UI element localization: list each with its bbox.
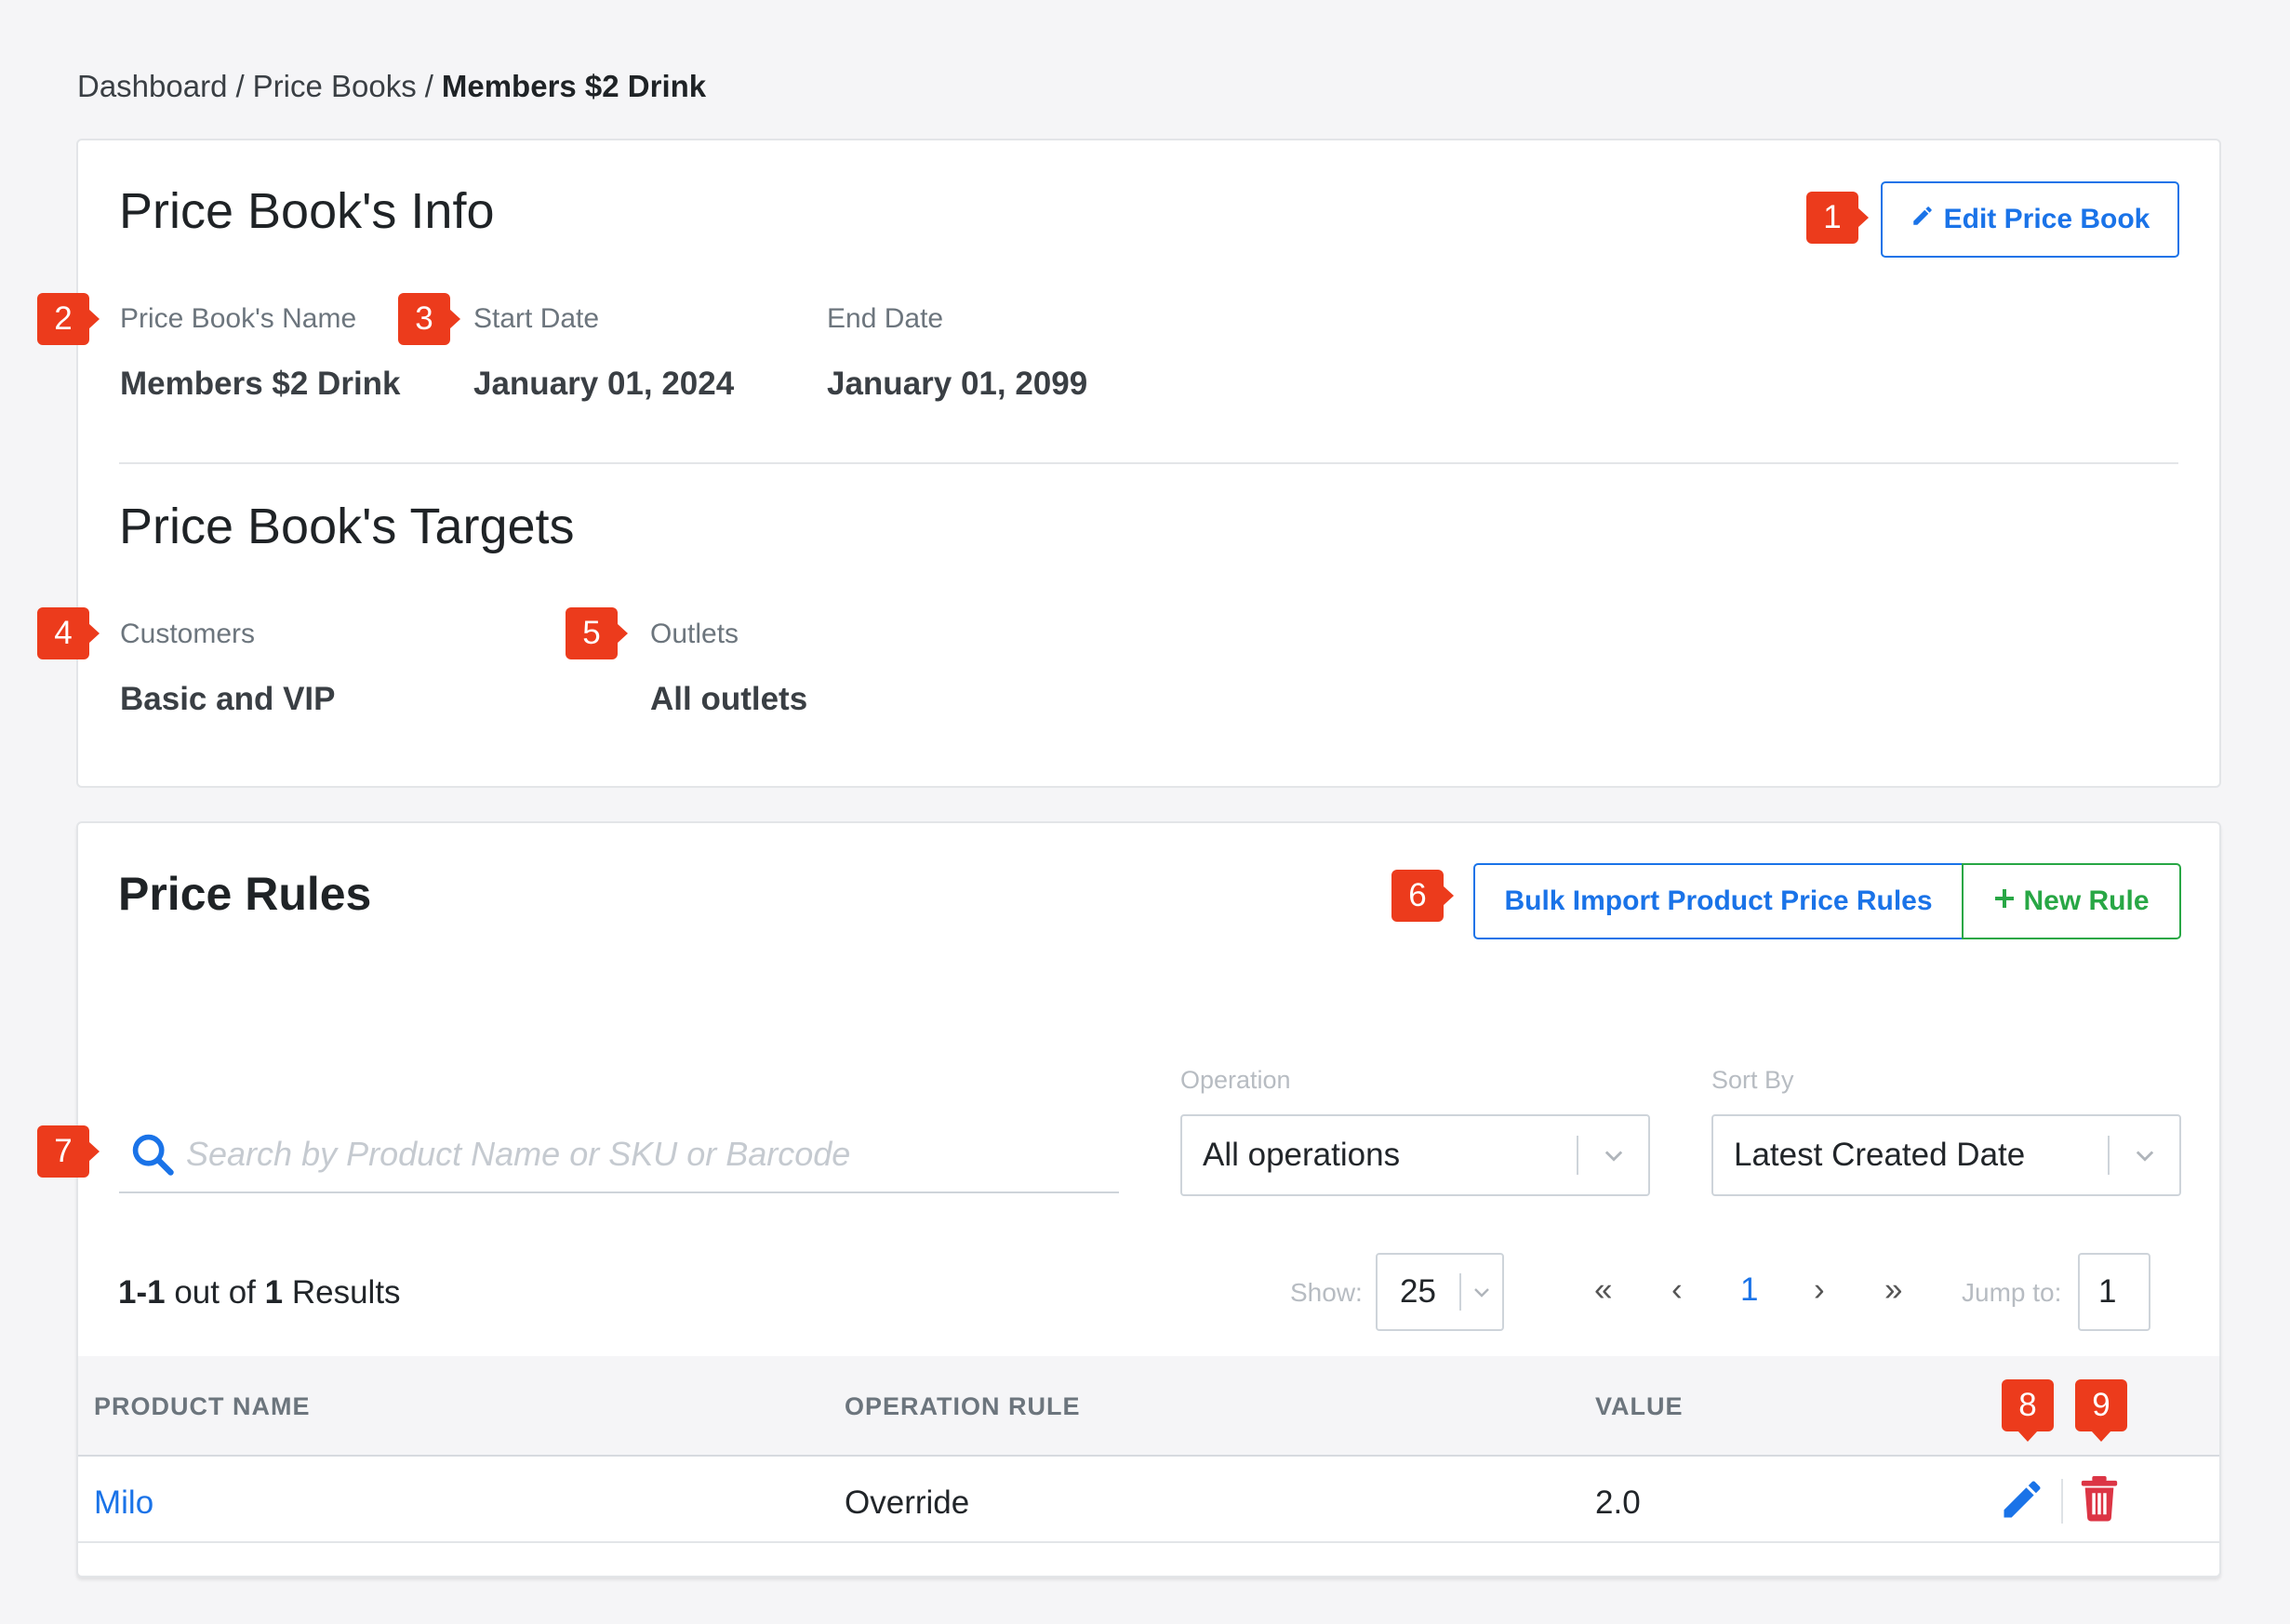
annotation-badge: 8 [2002, 1379, 2054, 1442]
jump-to-label: Jump to: [1962, 1278, 2062, 1307]
edit-price-book-label: Edit Price Book [1943, 204, 2150, 234]
pencil-icon [1998, 1481, 2046, 1527]
section-divider [119, 462, 2178, 464]
operation-select-value: All operations [1203, 1137, 1401, 1173]
sortby-label: Sort By [1711, 1066, 1794, 1094]
start-date-value: January 01, 2024 [473, 366, 735, 402]
search-input[interactable] [186, 1126, 1107, 1182]
page-size-select[interactable]: 25 [1376, 1253, 1504, 1331]
new-rule-label: New Rule [2023, 885, 2150, 916]
outlets-value: All outlets [650, 681, 808, 717]
results-out-of: out of [174, 1274, 256, 1311]
annotation-badge: 6 [1391, 870, 1454, 922]
chevron-down-icon [1578, 1142, 1648, 1168]
breadcrumb: Dashboard / Price Books / Members $2 Drink [77, 69, 706, 104]
prev-page-button[interactable]: ‹ [1671, 1271, 1683, 1309]
show-label: Show: [1290, 1278, 1363, 1307]
breadcrumb-dashboard[interactable]: Dashboard [77, 69, 227, 103]
action-separator [2061, 1479, 2063, 1524]
edit-rule-button[interactable] [1998, 1475, 2050, 1527]
breadcrumb-price-books[interactable]: Price Books [253, 69, 417, 103]
column-operation-rule: OPERATION RULE [845, 1392, 1081, 1420]
annotation-badge: 9 [2075, 1379, 2127, 1442]
results-summary: 1-1 out of 1 Results [118, 1274, 401, 1311]
page-size-value: 25 [1400, 1273, 1436, 1310]
annotation-badge: 7 [37, 1125, 100, 1178]
annotation-badge: 3 [398, 293, 460, 345]
breadcrumb-separator: / [424, 69, 433, 103]
breadcrumb-separator: / [235, 69, 245, 103]
current-page-button[interactable]: 1 [1740, 1271, 1758, 1309]
price-rules-title: Price Rules [118, 868, 372, 920]
search-icon [128, 1130, 177, 1183]
end-date-label: End Date [827, 303, 944, 334]
price-book-name-value: Members $2 Drink [120, 366, 401, 402]
results-total: 1 [264, 1274, 284, 1311]
price-book-targets-title: Price Book's Targets [119, 499, 575, 554]
annotation-badge: 4 [37, 607, 100, 659]
price-book-info-title: Price Book's Info [119, 183, 495, 239]
trash-icon [2078, 1476, 2121, 1525]
outlets-label: Outlets [650, 619, 739, 649]
first-page-button[interactable]: « [1594, 1271, 1612, 1309]
plus-icon [1993, 885, 2016, 917]
sortby-select[interactable]: Latest Created Date [1711, 1114, 2181, 1196]
pencil-icon [1911, 204, 1935, 235]
last-page-button[interactable]: » [1884, 1271, 1902, 1309]
column-value: VALUE [1595, 1392, 1684, 1420]
delete-rule-button[interactable] [2078, 1475, 2124, 1527]
bulk-import-label: Bulk Import Product Price Rules [1504, 885, 1933, 916]
annotation-badge: 5 [566, 607, 628, 659]
start-date-label: Start Date [473, 303, 600, 334]
column-product-name: PRODUCT NAME [94, 1392, 311, 1420]
jump-to-input[interactable] [2078, 1253, 2150, 1331]
customers-label: Customers [120, 619, 256, 649]
search-field[interactable] [119, 1119, 1119, 1193]
operation-select[interactable]: All operations [1180, 1114, 1650, 1196]
results-range: 1-1 [118, 1274, 166, 1311]
row-divider [78, 1541, 2219, 1543]
annotation-badge: 2 [37, 293, 100, 345]
bulk-import-button[interactable]: Bulk Import Product Price Rules [1473, 863, 1964, 939]
operation-cell: Override [845, 1484, 970, 1521]
customers-value: Basic and VIP [120, 681, 336, 717]
value-cell: 2.0 [1595, 1484, 1641, 1521]
end-date-value: January 01, 2099 [827, 366, 1088, 402]
price-book-name-label: Price Book's Name [120, 303, 357, 334]
edit-price-book-button[interactable]: Edit Price Book [1881, 181, 2179, 258]
breadcrumb-current: Members $2 Drink [441, 69, 707, 103]
chevron-down-icon [1461, 1281, 1502, 1303]
results-suffix: Results [291, 1274, 401, 1311]
product-link[interactable]: Milo [94, 1484, 153, 1522]
next-page-button[interactable]: › [1814, 1271, 1825, 1309]
chevron-down-icon [2110, 1142, 2179, 1168]
operation-label: Operation [1180, 1066, 1291, 1094]
annotation-badge: 1 [1806, 192, 1869, 244]
table-header [78, 1356, 2219, 1457]
new-rule-button[interactable]: New Rule [1962, 863, 2181, 939]
sortby-select-value: Latest Created Date [1734, 1137, 2026, 1173]
